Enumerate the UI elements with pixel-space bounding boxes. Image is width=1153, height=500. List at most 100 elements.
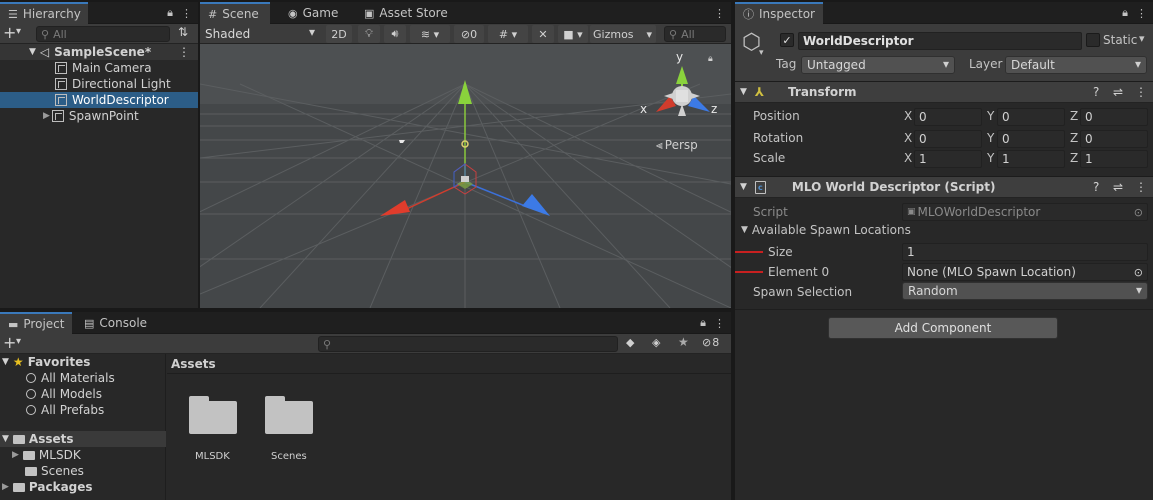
size-field[interactable]: 1 <box>902 243 1148 261</box>
add-icon[interactable]: + <box>3 24 16 42</box>
lock-icon[interactable]: 🔒︎ <box>1122 6 1128 20</box>
kebab-menu-icon[interactable]: ⋮ <box>714 317 725 330</box>
object-name-field[interactable]: WorldDescriptor <box>798 32 1082 50</box>
rotation-x-field[interactable]: 0 <box>914 130 982 148</box>
hierarchy-item-world-descriptor[interactable]: WorldDescriptor <box>0 92 198 108</box>
expand-arrow-icon[interactable]: ▶ <box>2 482 9 492</box>
spawn-selection-dropdown[interactable]: Random <box>902 282 1148 300</box>
scene-root-row[interactable]: ▼ ◁ SampleScene* ⋮ <box>0 44 198 60</box>
asset-folder-scenes[interactable]: Scenes <box>25 463 84 479</box>
tag-dropdown[interactable]: Untagged <box>801 56 955 74</box>
sort-icon[interactable]: ⇅ <box>178 25 188 39</box>
lighting-toggle[interactable]: 💡︎ <box>358 25 380 43</box>
tab-asset-store[interactable]: ▣ Asset Store <box>356 2 456 24</box>
help-icon[interactable]: ? <box>1093 180 1099 194</box>
preset-icon[interactable]: ⇌ <box>1113 180 1123 194</box>
mode-2d-button[interactable]: 2D <box>326 25 352 43</box>
object-picker-icon[interactable]: ⊙ <box>1134 266 1143 279</box>
lock-icon[interactable]: 🔒︎ <box>167 6 173 20</box>
filter-by-type-icon[interactable]: ◆ <box>626 336 634 349</box>
active-checkbox[interactable]: ✓ <box>780 33 794 47</box>
scene-search-input[interactable]: ⚲ All <box>664 26 726 42</box>
favorite-item-all-models[interactable]: All Models <box>26 386 102 402</box>
favorites-row[interactable]: ▼ ★ Favorites <box>0 354 166 370</box>
rotation-x-value: 0 <box>919 132 927 146</box>
expand-arrow-icon[interactable]: ▼ <box>2 434 9 444</box>
tools-button[interactable]: ✕ <box>532 25 554 43</box>
annotation-red-line-element <box>735 271 763 273</box>
tab-console[interactable]: ▤ Console <box>76 312 155 334</box>
hidden-objects-toggle[interactable]: ⊘ 0 <box>454 25 484 43</box>
kebab-menu-icon[interactable]: ⋮ <box>181 7 192 20</box>
hierarchy-item-spawn-point[interactable]: ▶ SpawnPoint <box>0 108 198 124</box>
project-search-input[interactable]: ⚲ <box>318 336 618 352</box>
chevron-down-icon[interactable]: ▾ <box>16 336 21 347</box>
folder-icon: ▬ <box>8 317 19 331</box>
hierarchy-item-main-camera[interactable]: Main Camera <box>0 60 198 76</box>
hidden-packages-toggle[interactable]: ⊘ 8 <box>702 336 719 349</box>
hierarchy-item-directional-light[interactable]: Directional Light <box>0 76 198 92</box>
gizmos-dropdown[interactable]: Gizmos ▾ <box>590 25 656 43</box>
asset-item-mlsdk[interactable]: MLSDK <box>189 396 239 466</box>
tab-game[interactable]: ◉ Game <box>280 2 346 24</box>
static-checkbox[interactable] <box>1086 33 1100 47</box>
kebab-menu-icon[interactable]: ⋮ <box>178 45 190 59</box>
camera-dropdown[interactable]: ■ ▾ <box>558 25 588 43</box>
tab-project[interactable]: ▬ Project <box>0 312 72 334</box>
scale-x-field[interactable]: 1 <box>914 150 982 168</box>
asset-folder-mlsdk[interactable]: ▶ MLSDK <box>12 447 81 463</box>
expand-arrow-icon[interactable]: ▼ <box>2 357 9 367</box>
expand-arrow-icon[interactable]: ▶ <box>12 450 19 460</box>
scale-z-field[interactable]: 1 <box>1080 150 1148 168</box>
audio-toggle[interactable]: 🔊︎ <box>384 25 406 43</box>
filter-by-label-icon[interactable]: ◈ <box>652 336 660 349</box>
layer-dropdown[interactable]: Default <box>1005 56 1147 74</box>
expand-arrow-icon[interactable]: ▼ <box>740 182 747 192</box>
favorite-item-all-materials[interactable]: All Materials <box>26 370 115 386</box>
kebab-menu-icon[interactable]: ⋮ <box>714 7 725 20</box>
script-component-header[interactable]: ▼ c MLO World Descriptor (Script) ? ⇌ ⋮ <box>735 176 1153 198</box>
assets-row[interactable]: ▼ Assets <box>0 431 166 447</box>
expand-arrow-icon[interactable]: ▼ <box>740 87 747 97</box>
favorite-star-icon[interactable]: ★ <box>678 335 689 349</box>
packages-row[interactable]: ▶ Packages <box>0 479 166 495</box>
chevron-down-icon[interactable]: ▾ <box>1139 32 1145 45</box>
grid-snap-dropdown[interactable]: # ▾ <box>488 25 528 43</box>
kebab-menu-icon[interactable]: ⋮ <box>1135 85 1147 99</box>
rotation-y-field[interactable]: 0 <box>997 130 1065 148</box>
add-icon[interactable]: + <box>3 334 16 352</box>
lock-icon[interactable]: 🔒︎ <box>700 316 706 330</box>
expand-arrow-icon[interactable]: ▶ <box>43 111 50 121</box>
asset-item-scenes[interactable]: Scenes <box>265 396 315 466</box>
tab-inspector[interactable]: ⓘ Inspector <box>735 2 823 24</box>
scale-y-field[interactable]: 1 <box>997 150 1065 168</box>
effects-dropdown[interactable]: ≋ ▾ <box>410 25 450 43</box>
tab-hierarchy[interactable]: ☰ Hierarchy <box>0 2 88 24</box>
chevron-down-icon[interactable]: ▾ <box>16 26 21 37</box>
position-x-field[interactable]: 0 <box>914 108 982 126</box>
scene-canvas[interactable] <box>200 44 731 308</box>
lock-icon[interactable]: 🔒︎ <box>708 54 713 64</box>
expand-arrow-icon[interactable]: ▼ <box>29 47 36 57</box>
favorite-item-all-prefabs[interactable]: All Prefabs <box>26 402 104 418</box>
kebab-menu-icon[interactable]: ⋮ <box>1136 7 1147 20</box>
help-icon[interactable]: ? <box>1093 85 1099 99</box>
hierarchy-search-input[interactable]: ⚲ All <box>36 26 170 42</box>
scene-viewport[interactable]: y x z 🔒︎ ⫷ Persp <box>200 44 731 308</box>
grid-snap-icon: # ▾ <box>498 27 518 41</box>
rotation-z-field[interactable]: 0 <box>1080 130 1148 148</box>
kebab-menu-icon[interactable]: ⋮ <box>1135 180 1147 194</box>
persp-toggle[interactable]: ⫷ Persp <box>656 138 698 153</box>
transform-header[interactable]: ▼ ⅄ Transform ? ⇌ ⋮ <box>735 81 1153 103</box>
tab-scene[interactable]: # Scene <box>200 2 270 24</box>
position-z-field[interactable]: 0 <box>1080 108 1148 126</box>
expand-arrow-icon[interactable]: ▼ <box>741 225 748 235</box>
asset-folder-label: MLSDK <box>38 448 81 462</box>
position-y-field[interactable]: 0 <box>997 108 1065 126</box>
preset-icon[interactable]: ⇌ <box>1113 85 1123 99</box>
element0-field[interactable]: None (MLO Spawn Location) ⊙ <box>902 263 1148 281</box>
add-component-button[interactable]: Add Component <box>828 317 1058 339</box>
shading-mode-dropdown[interactable]: Shaded <box>200 25 320 43</box>
spawn-locations-foldout[interactable]: ▼ Available Spawn Locations <box>741 223 911 237</box>
gameobject-icon <box>55 78 67 90</box>
